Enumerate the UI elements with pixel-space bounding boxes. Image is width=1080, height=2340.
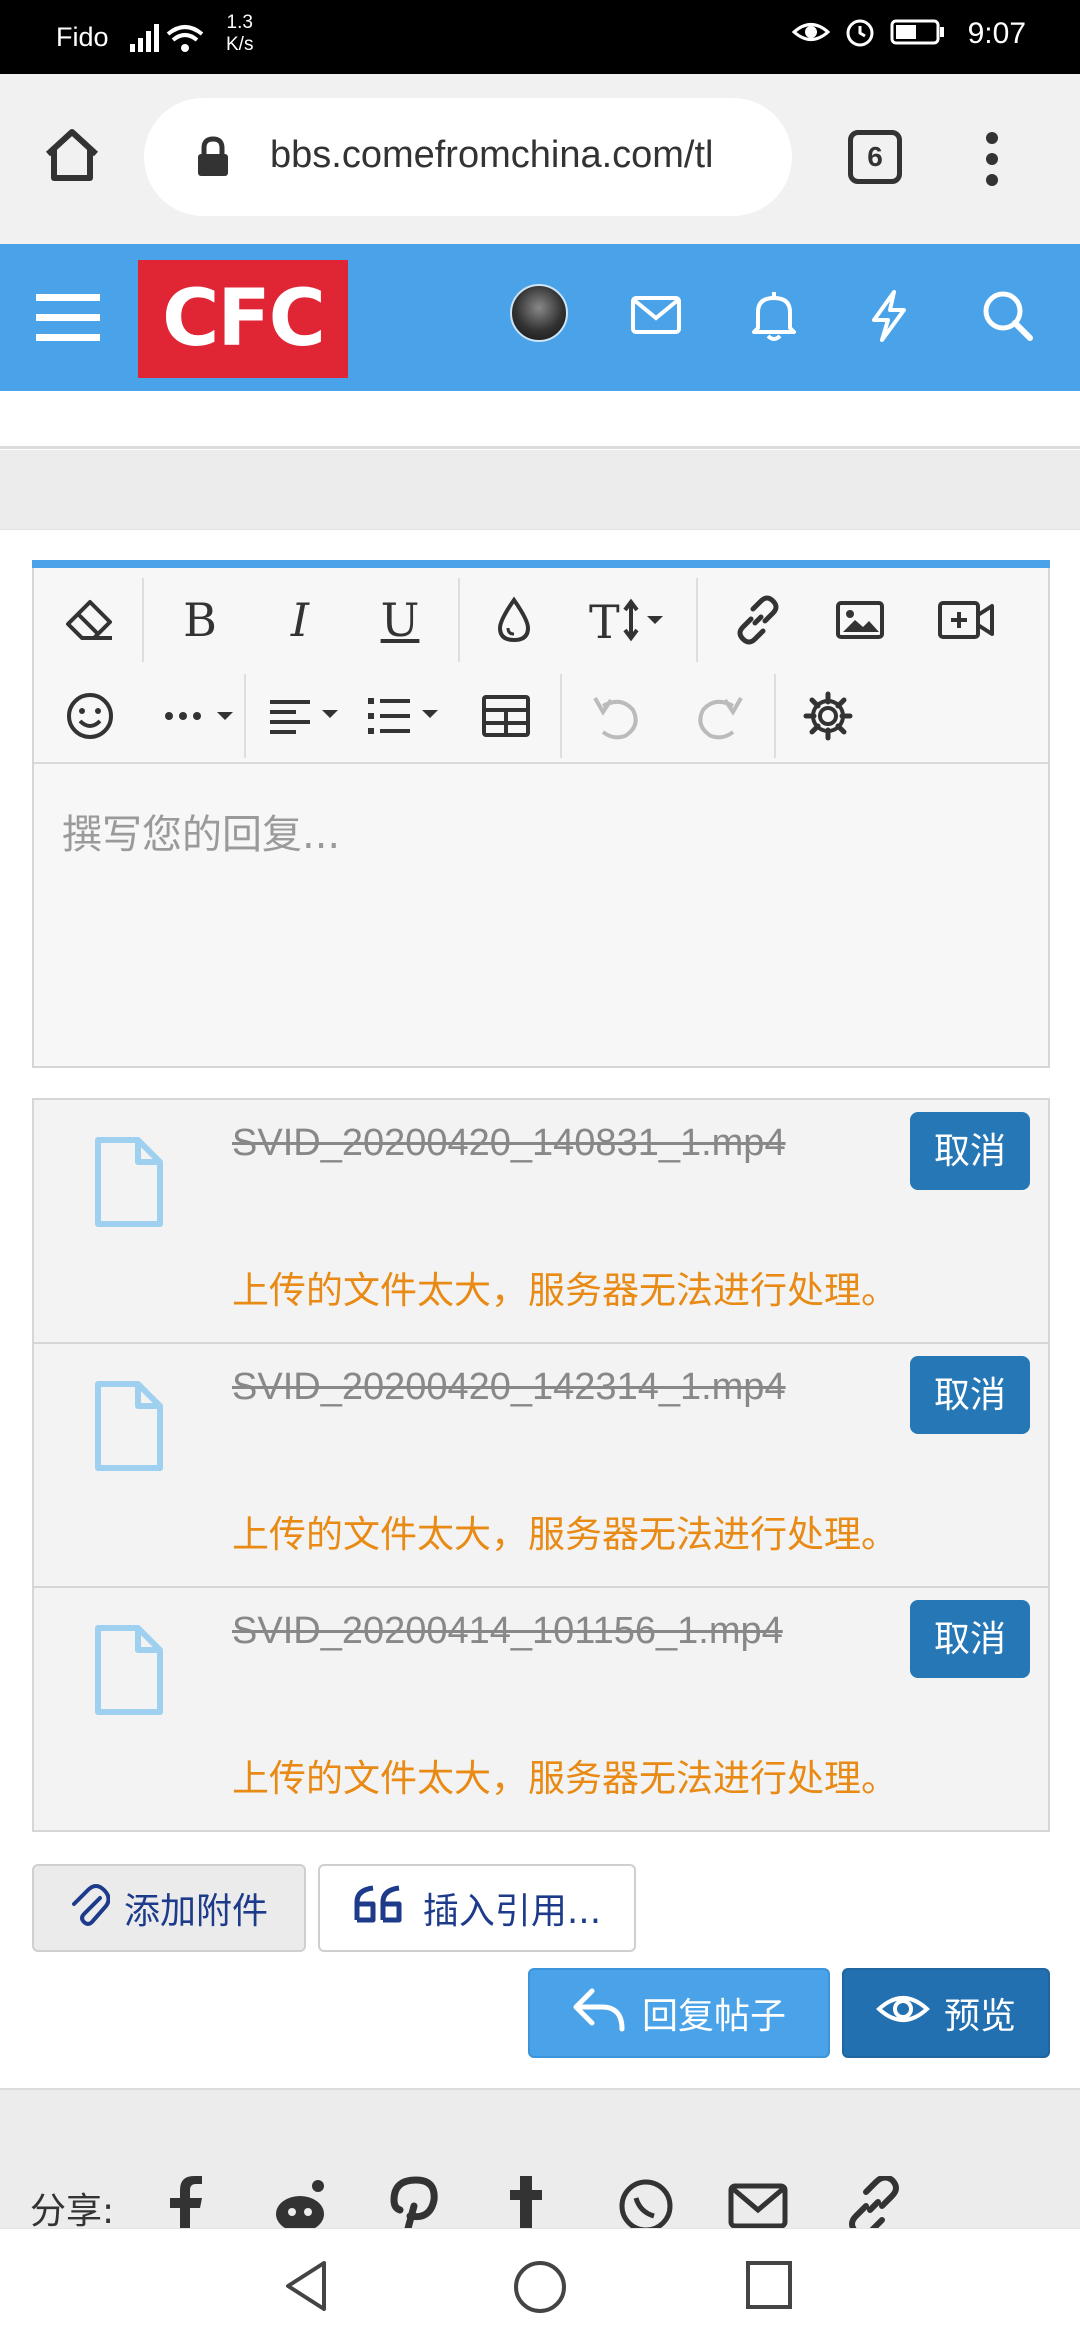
speed-unit: K/s bbox=[226, 34, 254, 55]
toolbar-separator bbox=[244, 674, 246, 758]
insert-quote-button[interactable]: 插入引用... bbox=[318, 1864, 636, 1952]
more-formatting-icon[interactable] bbox=[148, 676, 258, 756]
upload-error-message: 上传的文件太大，服务器无法进行处理。 bbox=[232, 1513, 898, 1556]
mail-icon[interactable] bbox=[630, 288, 682, 344]
attachment-list: SVID_20200420_140831_1.mp4 上传的文件太大，服务器无法… bbox=[32, 1098, 1050, 1832]
emoji-icon[interactable] bbox=[50, 676, 130, 756]
reply-post-label: 回复帖子 bbox=[641, 1996, 786, 2037]
browser-toolbar: bbs.comefromchina.com/tl 6 bbox=[0, 74, 1080, 244]
eye-icon bbox=[791, 17, 830, 51]
reply-arrow-icon bbox=[572, 1985, 628, 2042]
text-color-icon[interactable] bbox=[474, 580, 554, 660]
attachment-filename: SVID_20200414_101156_1.mp4 bbox=[232, 1610, 783, 1652]
share-bar: 分享: bbox=[0, 2088, 1080, 2228]
email-share-icon[interactable] bbox=[728, 2176, 788, 2228]
attachment-filename: SVID_20200420_142314_1.mp4 bbox=[232, 1366, 786, 1408]
file-icon bbox=[94, 1624, 164, 1720]
back-nav-icon[interactable] bbox=[282, 2259, 330, 2313]
upload-error-message: 上传的文件太大，服务器无法进行处理。 bbox=[232, 1269, 898, 1312]
recents-nav-icon[interactable] bbox=[744, 2259, 794, 2311]
system-navigation-bar bbox=[0, 2228, 1080, 2340]
clock: 9:07 bbox=[967, 17, 1026, 50]
site-logo[interactable]: CFC bbox=[138, 260, 348, 378]
quote-icon bbox=[353, 1884, 409, 1933]
preview-label: 预览 bbox=[943, 1996, 1016, 2037]
settings-gear-icon[interactable] bbox=[788, 676, 868, 756]
site-header: CFC bbox=[0, 244, 1080, 391]
font-size-icon[interactable]: T bbox=[576, 580, 686, 660]
tumblr-icon[interactable] bbox=[506, 2176, 546, 2228]
reddit-icon[interactable] bbox=[270, 2176, 330, 2228]
status-bar: Fido 1.3 K/s 9:07 bbox=[0, 0, 1080, 74]
italic-button[interactable]: I bbox=[260, 580, 340, 660]
tab-switcher-button[interactable]: 6 bbox=[848, 130, 902, 184]
alarm-icon bbox=[844, 16, 876, 52]
address-bar[interactable]: bbs.comefromchina.com/tl bbox=[144, 98, 792, 216]
redo-icon[interactable] bbox=[680, 676, 760, 756]
signal-icon bbox=[128, 18, 220, 62]
pinterest-icon[interactable] bbox=[388, 2176, 442, 2228]
bold-button[interactable]: B bbox=[160, 580, 240, 660]
undo-icon[interactable] bbox=[576, 676, 656, 756]
svg-text:T: T bbox=[589, 596, 620, 644]
image-icon[interactable] bbox=[820, 580, 900, 660]
whatsapp-icon[interactable] bbox=[616, 2176, 676, 2228]
battery-icon bbox=[890, 18, 946, 50]
eraser-icon[interactable] bbox=[50, 580, 130, 660]
cancel-upload-button[interactable]: 取消 bbox=[910, 1356, 1030, 1434]
reply-editor: B I U T 撰写您的回复... bbox=[32, 560, 1050, 1068]
toolbar-separator bbox=[560, 674, 562, 758]
reply-post-button[interactable]: 回复帖子 bbox=[528, 1968, 830, 2058]
underline-button[interactable]: U bbox=[360, 580, 440, 660]
eye-icon bbox=[876, 1991, 930, 2036]
toolbar-separator bbox=[458, 578, 460, 662]
search-icon[interactable] bbox=[980, 288, 1036, 348]
upload-error-message: 上传的文件太大，服务器无法进行处理。 bbox=[232, 1757, 898, 1800]
carrier-label: Fido bbox=[56, 22, 109, 52]
insert-quote-label: 插入引用... bbox=[422, 1891, 602, 1932]
network-speed: 1.3 K/s bbox=[226, 12, 253, 56]
toolbar-separator bbox=[142, 578, 144, 662]
preview-button[interactable]: 预览 bbox=[842, 1968, 1050, 2058]
lightning-icon[interactable] bbox=[866, 288, 910, 348]
hamburger-menu-icon[interactable] bbox=[36, 290, 100, 350]
table-icon[interactable] bbox=[466, 676, 546, 756]
facebook-icon[interactable] bbox=[164, 2176, 204, 2228]
attachment-item: SVID_20200414_101156_1.mp4 上传的文件太大，服务器无法… bbox=[34, 1588, 1048, 1832]
speed-value: 1.3 bbox=[226, 12, 253, 33]
home-nav-icon[interactable] bbox=[512, 2259, 568, 2315]
reply-text-area[interactable]: 撰写您的回复... bbox=[62, 802, 340, 860]
toolbar-separator bbox=[696, 578, 698, 662]
editor-toolbar: B I U T bbox=[34, 568, 1048, 764]
user-avatar[interactable] bbox=[510, 284, 568, 342]
attachment-item: SVID_20200420_140831_1.mp4 上传的文件太大，服务器无法… bbox=[34, 1100, 1048, 1344]
lock-icon bbox=[196, 136, 230, 182]
copy-link-icon[interactable] bbox=[844, 2174, 904, 2228]
url-text: bbs.comefromchina.com/tl bbox=[270, 134, 714, 176]
home-icon[interactable] bbox=[42, 126, 102, 188]
cancel-upload-button[interactable]: 取消 bbox=[910, 1112, 1030, 1190]
section-divider bbox=[0, 450, 1080, 530]
more-options-icon[interactable] bbox=[985, 132, 999, 190]
share-label: 分享: bbox=[30, 2191, 115, 2228]
bell-icon[interactable] bbox=[748, 288, 800, 348]
link-icon[interactable] bbox=[718, 580, 798, 660]
list-icon[interactable] bbox=[356, 676, 456, 756]
editor-accent-bar bbox=[32, 560, 1050, 568]
toolbar-separator bbox=[774, 674, 776, 758]
file-icon bbox=[94, 1136, 164, 1232]
hidden-tabs-strip bbox=[0, 391, 1080, 449]
cancel-upload-button[interactable]: 取消 bbox=[910, 1600, 1030, 1678]
file-icon bbox=[94, 1380, 164, 1476]
attachment-filename: SVID_20200420_140831_1.mp4 bbox=[232, 1122, 786, 1164]
video-icon[interactable] bbox=[926, 580, 1006, 660]
align-icon[interactable] bbox=[256, 676, 356, 756]
add-attachment-button[interactable]: 添加附件 bbox=[32, 1864, 306, 1952]
attachment-item: SVID_20200420_142314_1.mp4 上传的文件太大，服务器无法… bbox=[34, 1344, 1048, 1588]
add-attachment-label: 添加附件 bbox=[123, 1891, 268, 1932]
paperclip-icon bbox=[70, 1882, 111, 1935]
